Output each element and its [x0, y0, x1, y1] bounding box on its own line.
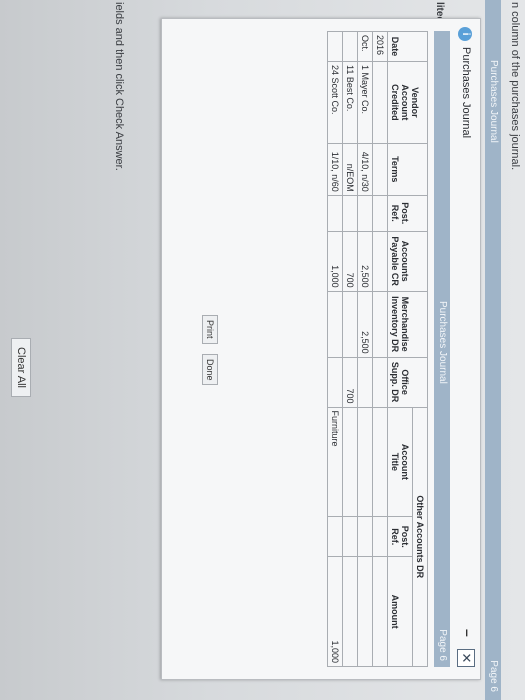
header-title: Title [390, 452, 400, 472]
table-row: 11 Best Co. n/EOM 700 700 [342, 31, 358, 667]
accounts-payable-cell: 700 [342, 231, 358, 292]
office-cell: 700 [342, 357, 358, 408]
accounts-payable-cell: 2,500 [357, 231, 373, 292]
vendor-cell: 1 Mayer Co. [357, 61, 373, 144]
header-post: Post. [400, 202, 410, 225]
header-other-ref: Ref. [390, 528, 400, 546]
print-button[interactable]: Print [202, 315, 218, 344]
month-cell: Oct. [357, 31, 373, 62]
merchandise-cell: 2,500 [357, 291, 373, 358]
terms-cell: 4/10, n/30 [357, 143, 373, 196]
header-inventory-dr: Inventory DR [390, 296, 400, 353]
header-date: Date [390, 36, 400, 57]
amount-cell: 1,000 [327, 556, 343, 667]
header-payable-cr: Payable CR [390, 236, 400, 286]
terms-cell: 1/10, n/60 [327, 143, 343, 196]
col-accounts-payable: Accounts Payable CR [387, 231, 428, 292]
col-merchandise: Merchandise Inventory DR [387, 291, 428, 358]
col-other-post-ref: Post. Ref. [387, 516, 413, 557]
vendor-cell: 11 Best Co. [342, 61, 358, 144]
clear-all-button[interactable]: Clear All [11, 338, 31, 397]
post-ref-cell [357, 195, 373, 232]
post-ref-cell [327, 195, 343, 232]
dialog-title: Purchases Journal [460, 47, 472, 139]
col-other-accounts: Other Accounts DR [412, 407, 428, 667]
month-cell [342, 31, 358, 62]
other-post-ref-cell [357, 516, 373, 557]
vendor-value: Best Co. [345, 76, 355, 112]
col-vendor: Vendor Account Credited [387, 61, 428, 144]
year-cell: 2016 [372, 31, 388, 62]
header-office: Office [400, 369, 410, 395]
background-bar-title: Purchases Journal [488, 60, 499, 143]
table-row: Oct. 1 Mayer Co. 4/10, n/30 2,500 2,500 [357, 31, 373, 667]
col-terms: Terms [387, 143, 428, 196]
vendor-value: Scott Co. [330, 77, 340, 115]
header-row-group: Date Vendor Account Credited Terms Post. R… [387, 31, 428, 667]
dialog-actions: Print Done [202, 315, 220, 386]
purchases-journal-table: Date Vendor Account Credited Terms Post. R… [327, 31, 428, 667]
month-cell [327, 31, 343, 62]
account-title-cell [342, 407, 358, 517]
table-row: 24 Scott Co. 1/10, n/60 1,000 Furniture … [327, 31, 343, 667]
col-post-ref: Post. Ref. [387, 195, 428, 232]
account-title-cell [357, 407, 373, 517]
background-journal-bar: Purchases Journal Page 6 [485, 0, 501, 700]
terms-cell: n/EOM [342, 143, 358, 196]
col-account-title: Account Title [387, 407, 413, 517]
col-date: Date [387, 31, 428, 62]
journal-header-bar: Purchases Journal Page 6 [434, 31, 450, 667]
header-vendor: Vendor [410, 87, 420, 118]
other-post-ref-cell [342, 516, 358, 557]
instruction-text: n column of the purchases journal. [509, 2, 521, 171]
header-account: Account [400, 443, 410, 480]
journal-bar-title: Purchases Journal [437, 301, 448, 384]
done-button[interactable]: Done [202, 353, 218, 386]
header-ref: Ref. [390, 204, 400, 222]
vendor-value: Mayer Co. [360, 72, 370, 115]
day-value: 11 [345, 64, 355, 75]
day-value: 24 [330, 64, 340, 75]
header-merchandise: Merchandise [400, 296, 410, 352]
col-office: Office Supp. DR [387, 357, 428, 408]
year-row: 2016 [372, 31, 388, 667]
screen: n column of the purchases journal. Purch… [0, 0, 525, 700]
merchandise-cell [327, 291, 343, 358]
amount-cell [342, 556, 358, 667]
header-amount: Amount [390, 594, 400, 629]
post-ref-cell [342, 195, 358, 232]
header-other-post: Post. [400, 525, 410, 548]
office-cell [327, 357, 343, 408]
header-other-accounts: Other Accounts DR [415, 495, 425, 579]
vendor-cell: 24 Scott Co. [327, 61, 343, 144]
info-icon: i [458, 27, 472, 41]
account-title-cell: Furniture [327, 407, 343, 517]
other-post-ref-cell [327, 516, 343, 557]
header-terms: Terms [390, 156, 400, 183]
amount-cell [357, 556, 373, 667]
minimize-button[interactable]: – [460, 629, 476, 637]
col-amount: Amount [387, 556, 413, 667]
header-account-credited: Account Credited [390, 84, 410, 121]
close-button[interactable]: ✕ [457, 649, 475, 667]
header-supp-dr: Supp. DR [390, 361, 400, 403]
merchandise-cell [342, 291, 358, 358]
journal-bar-page: Page 6 [437, 629, 448, 661]
accounts-payable-cell: 1,000 [327, 231, 343, 292]
purchases-journal-dialog: i Purchases Journal – ✕ Purchases Journa… [161, 18, 481, 680]
background-bar-page: Page 6 [488, 660, 499, 692]
office-cell [357, 357, 373, 408]
day-value: 1 [360, 64, 370, 70]
bottom-instruction-text: ields and then click Check Answer. [113, 2, 125, 171]
header-accounts: Accounts [400, 240, 410, 282]
